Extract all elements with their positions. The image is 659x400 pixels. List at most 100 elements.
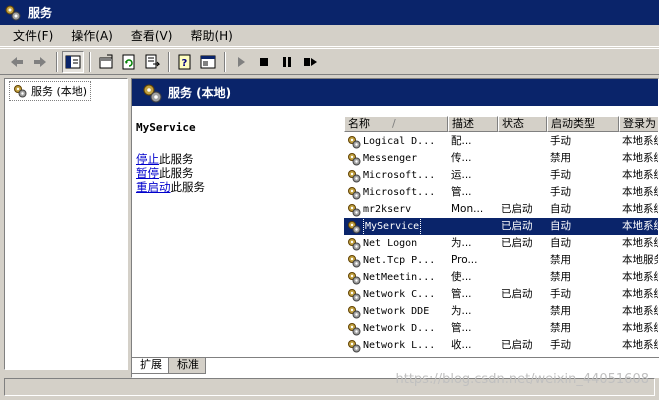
forward-button[interactable]	[29, 51, 51, 73]
service-desc-cell: 收...	[451, 339, 472, 351]
service-row[interactable]: Logical D... 配... 手动 本地系统	[344, 133, 658, 150]
service-gear-icon	[348, 237, 361, 250]
pause-service-button[interactable]	[276, 51, 298, 73]
details-pane: 服务 (本地) MyService 停止此服务 暂停此服务 重启动此服务 名称 /…	[131, 78, 659, 378]
service-row[interactable]: Net.Tcp P... Pro... 禁用 本地服务	[344, 252, 658, 269]
service-row[interactable]: Messenger 传... 禁用 本地系统	[344, 150, 658, 167]
service-row[interactable]: Microsoft... 运... 手动 本地系统	[344, 167, 658, 184]
service-name-cell: Logical D...	[344, 133, 448, 150]
toolbar-separator	[224, 51, 226, 72]
play-icon	[238, 56, 245, 67]
action-suffix: 此服务	[159, 166, 194, 180]
service-desc-cell: 为...	[451, 237, 472, 249]
service-startup-cell: 手动	[550, 169, 571, 181]
pause-service-link[interactable]: 暂停	[136, 166, 159, 180]
show-hide-tree-icon	[65, 55, 81, 68]
service-startup-cell: 自动	[550, 237, 571, 249]
restart-service-button[interactable]	[299, 51, 321, 73]
service-startup-cell: 禁用	[550, 254, 571, 266]
tab-standard[interactable]: 标准	[168, 358, 206, 374]
service-status-cell	[498, 320, 547, 337]
service-name-cell: mr2kserv	[344, 201, 448, 218]
properties-button[interactable]	[95, 51, 117, 73]
service-desc-cell: 配...	[451, 135, 472, 147]
forward-arrow-icon	[34, 56, 46, 67]
service-desc-cell: 运...	[451, 169, 472, 181]
export-list-button[interactable]	[141, 51, 163, 73]
service-desc-cell	[448, 354, 498, 356]
service-row[interactable]: Network L... 收... 已启动 手动 本地系统	[344, 337, 658, 354]
service-row[interactable]: Network C... 管... 已启动 手动 本地系统	[344, 286, 658, 303]
service-row[interactable]: Network D... 管... 禁用 本地系统	[344, 320, 658, 337]
stop-service-link[interactable]: 停止	[136, 152, 159, 166]
restart-action: 重启动此服务	[136, 180, 336, 194]
service-startup-cell: 禁用	[550, 322, 571, 334]
service-logon-cell: 本地系统	[622, 135, 658, 147]
service-startup-cell: 手动	[550, 339, 571, 351]
service-startup-cell: 禁用	[550, 271, 571, 283]
menu-file[interactable]: 文件(F)	[4, 26, 62, 46]
service-name-cell: MyService	[344, 218, 448, 235]
service-row[interactable]: mr2kserv Mon... 已启动 自动 本地系统	[344, 201, 658, 218]
service-name: MyService	[363, 218, 422, 235]
service-gear-icon	[347, 356, 361, 357]
service-name-cell: Messenger	[344, 150, 448, 167]
service-logon-cell: 本地系统	[622, 288, 658, 300]
column-header-description[interactable]: 描述	[448, 116, 498, 132]
column-header-name[interactable]: 名称 /	[344, 116, 448, 132]
help-button[interactable]: ?	[174, 51, 196, 73]
toolbar-separator	[89, 51, 91, 72]
pause-icon	[283, 56, 291, 67]
refresh-icon	[122, 54, 135, 69]
service-name: Network C...	[363, 289, 436, 300]
service-gear-icon	[348, 169, 361, 182]
service-logon-cell: 本地系统	[622, 220, 658, 232]
service-row[interactable]: Net Logon 为... 已启动 自动 本地系统	[344, 235, 658, 252]
service-status-cell: 已启动	[501, 339, 533, 351]
service-status-cell: 已启动	[501, 203, 533, 215]
console-button[interactable]	[197, 51, 219, 73]
stop-service-button[interactable]	[253, 51, 275, 73]
service-row[interactable]: NetMeetin... 使... 禁用 本地系统	[344, 269, 658, 286]
service-row[interactable]: Network DDE 为... 禁用 本地系统	[344, 303, 658, 320]
service-gear-icon	[348, 305, 361, 318]
service-desc-cell	[448, 218, 498, 235]
column-header-logon[interactable]: 登录为	[619, 116, 658, 132]
service-logon-cell: 本地系统	[622, 186, 658, 198]
tree-item-label: 服务 (本地)	[31, 85, 88, 98]
selected-service-name: MyService	[136, 121, 196, 134]
menu-action[interactable]: 操作(A)	[62, 26, 122, 46]
back-arrow-icon	[11, 56, 23, 67]
service-logon-cell: 本地系统	[622, 271, 658, 283]
service-startup-cell: 自动	[550, 220, 571, 232]
service-startup-cell: 禁用	[550, 305, 571, 317]
restart-service-link[interactable]: 重启动	[136, 180, 171, 194]
service-status-cell	[498, 354, 547, 356]
show-hide-tree-button[interactable]	[62, 50, 84, 73]
tab-extended[interactable]: 扩展	[131, 358, 169, 374]
start-service-button[interactable]	[230, 51, 252, 73]
service-row[interactable]: Microsoft... 管... 手动 本地系统	[344, 184, 658, 201]
services-list: 名称 / 描述 状态 启动类型 登录为 Logical D... 配... 手动 本地系…	[344, 106, 658, 357]
service-name-cell: NetMeetin...	[344, 269, 448, 286]
stop-icon	[260, 57, 268, 66]
menu-help[interactable]: 帮助(H)	[181, 26, 241, 46]
service-name-cell: Net.Tcp P...	[344, 252, 448, 269]
services-gear-icon	[14, 85, 27, 98]
service-gear-icon	[348, 288, 361, 301]
service-name: Network DDE	[363, 306, 430, 317]
service-logon-cell	[619, 354, 658, 356]
refresh-button[interactable]	[118, 51, 140, 73]
column-header-startup-type[interactable]: 启动类型	[547, 116, 619, 132]
service-startup-cell: 手动	[550, 186, 571, 198]
service-row[interactable]	[344, 354, 658, 357]
service-name: Network D...	[363, 323, 436, 334]
column-header-status[interactable]: 状态	[498, 116, 547, 132]
service-gear-icon	[348, 186, 361, 199]
tree-item-services-local[interactable]: 服务 (本地)	[9, 81, 92, 101]
back-button[interactable]	[6, 51, 28, 73]
service-row[interactable]: MyService 已启动 自动 本地系统	[344, 218, 658, 235]
menu-view[interactable]: 查看(V)	[122, 26, 182, 46]
service-desc-cell: Mon...	[451, 203, 484, 215]
title-bar: 服务	[0, 0, 659, 25]
